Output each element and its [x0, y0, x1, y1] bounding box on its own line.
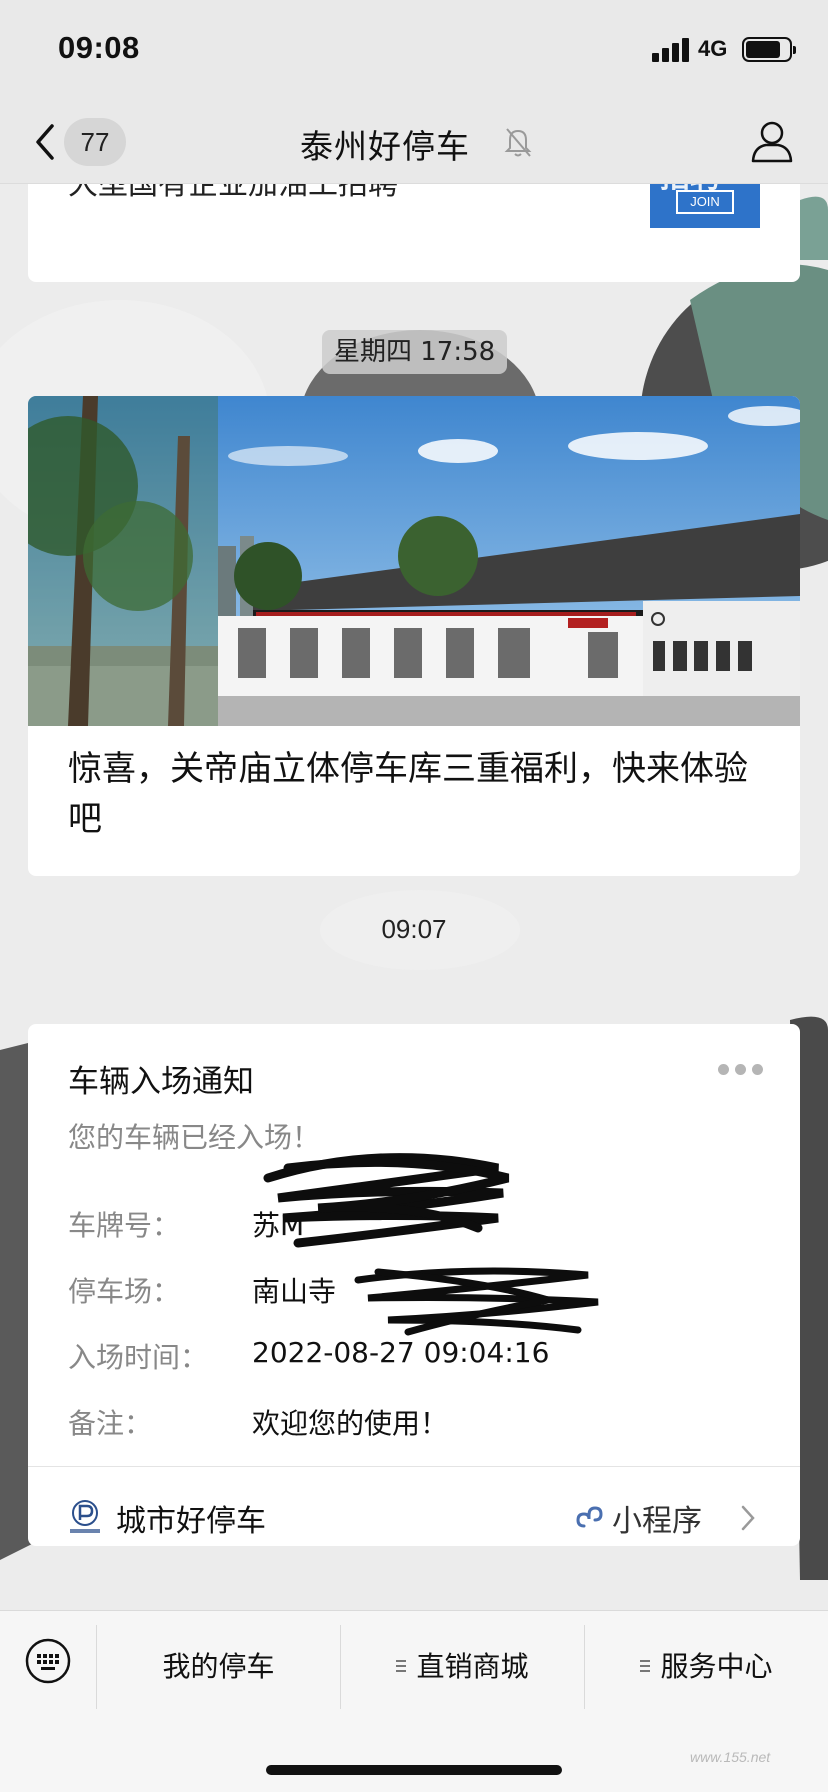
menu-direct-mall[interactable]: 直销商城: [341, 1631, 584, 1703]
parking-garage-photo: [28, 396, 800, 726]
field-label: 备注：: [68, 1407, 153, 1440]
submenu-lines-icon: [396, 1660, 407, 1672]
mini-program-link-icon: [576, 1506, 603, 1528]
status-bar: 09:08 4G: [0, 0, 828, 100]
field-value: 南山寺: [252, 1275, 337, 1308]
message-timestamp: 星期四 17:58: [322, 330, 508, 374]
card-divider: [28, 1466, 800, 1467]
chat-nav-bar: 77 泰州好停车: [0, 100, 828, 184]
field-label: 入场时间：: [68, 1341, 209, 1374]
submenu-lines-icon: [640, 1660, 651, 1672]
field-label: 车牌号：: [68, 1209, 181, 1242]
back-chevron-icon[interactable]: [30, 118, 60, 166]
service-account-name: 城市好停车: [116, 1504, 266, 1539]
field-value: 欢迎您的使用！: [252, 1407, 449, 1440]
mute-bell-icon: [504, 128, 532, 157]
keyboard-toggle-icon[interactable]: [24, 1637, 72, 1685]
menu-label: 直销商城: [416, 1650, 529, 1683]
redaction-scribble: [263, 1153, 510, 1248]
article-card[interactable]: 惊喜，关帝庙立体停车库三重福利，快来体验吧: [28, 396, 800, 876]
menu-label: 我的停车: [162, 1650, 275, 1683]
status-time: 09:08: [58, 30, 140, 65]
field-remark: 备注： 欢迎您的使用！: [68, 1402, 768, 1446]
mini-program-label[interactable]: 小程序: [612, 1496, 702, 1540]
more-options-icon[interactable]: [718, 1064, 764, 1078]
article-title: 惊喜，关帝庙立体停车库三重福利，快来体验吧: [68, 749, 748, 839]
chat-title: 泰州好停车: [300, 127, 470, 166]
profile-person-icon[interactable]: [750, 118, 794, 164]
home-indicator[interactable]: [266, 1765, 562, 1775]
vehicle-entry-notice-card[interactable]: 车辆入场通知 您的车辆已经入场！ 车牌号： 苏M 停车场： 南山寺 入场时间： …: [28, 1024, 800, 1546]
field-entry-time: 入场时间： 2022-08-27 09:04:16: [68, 1336, 768, 1380]
notice-title: 车辆入场通知: [68, 1064, 254, 1100]
field-label: 停车场：: [68, 1275, 181, 1308]
menu-service-center[interactable]: 服务中心: [585, 1631, 828, 1703]
battery-icon: [742, 37, 796, 62]
chevron-right-icon[interactable]: [740, 1504, 756, 1532]
thumbnail-join-label: JOIN: [676, 190, 734, 214]
menu-my-parking[interactable]: 我的停车: [97, 1631, 340, 1703]
message-timestamp-2: 09:07: [381, 914, 447, 944]
menu-label: 服务中心: [660, 1650, 773, 1683]
cellular-signal-icon: [652, 38, 692, 62]
service-account-menu: 我的停车 直销商城 服务中心 www.155.net: [0, 1610, 828, 1792]
redaction-scribble: [354, 1267, 599, 1336]
site-watermark: www.155.net: [690, 1749, 771, 1765]
city-parking-logo-icon: [70, 1500, 100, 1533]
network-type: 4G: [698, 36, 728, 61]
unread-count-badge[interactable]: 77: [64, 118, 126, 166]
field-value: 2022-08-27 09:04:16: [252, 1336, 550, 1369]
chat-message-list[interactable]: 大型国有企业加油工招聘 招聘 JOIN 星期四 17:58: [0, 164, 828, 1610]
